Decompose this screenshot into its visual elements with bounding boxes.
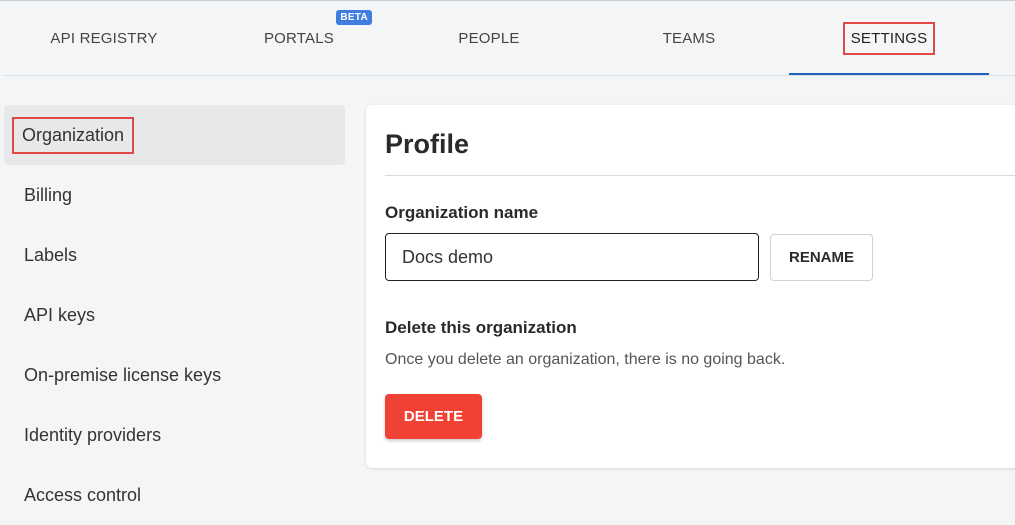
sidebar-item-label: On-premise license keys (24, 364, 222, 385)
tab-settings-highlight: SETTINGS (842, 21, 936, 55)
page-title: Profile (385, 129, 470, 159)
sidebar-item-access-control[interactable]: Access control (4, 465, 345, 525)
top-nav: API REGISTRY PORTALS BETA PEOPLE TEAMS S… (0, 0, 1015, 76)
organization-name-input[interactable] (385, 233, 759, 281)
sidebar-item-on-premise-license-keys[interactable]: On-premise license keys (4, 345, 345, 405)
tab-teams-label: TEAMS (662, 29, 716, 47)
tab-people[interactable]: PEOPLE (394, 1, 584, 75)
sidebar-item-label: Labels (24, 244, 78, 265)
settings-sidebar: Organization Billing Labels API keys On-… (4, 105, 345, 525)
sidebar-item-label: API keys (24, 304, 96, 325)
sidebar-item-label: Billing (24, 184, 73, 205)
profile-panel: Profile Organization name RENAME Delete … (366, 105, 1015, 468)
tab-portals-wrapper: PORTALS BETA (263, 9, 373, 47)
title-divider (385, 175, 1015, 176)
nav-divider (4, 75, 1015, 76)
sidebar-item-labels[interactable]: Labels (4, 225, 345, 285)
sidebar-item-organization-highlight: Organization (12, 116, 135, 154)
tab-portals[interactable]: PORTALS BETA (204, 1, 394, 75)
tab-people-label: PEOPLE (458, 29, 520, 47)
beta-badge: BETA (336, 9, 373, 25)
delete-organization-description: Once you delete an organization, there i… (385, 351, 786, 368)
tab-portals-label: PORTALS (263, 29, 335, 47)
rename-button[interactable]: RENAME (770, 234, 873, 281)
sidebar-item-identity-providers[interactable]: Identity providers (4, 405, 345, 465)
tab-settings-label: SETTINGS (850, 29, 928, 47)
delete-organization-heading: Delete this organization (385, 318, 577, 337)
sidebar-item-api-keys[interactable]: API keys (4, 285, 345, 345)
sidebar-item-label: Identity providers (24, 424, 162, 445)
tab-api-registry-label: API REGISTRY (50, 29, 158, 47)
sidebar-item-label: Access control (24, 484, 142, 505)
sidebar-item-organization[interactable]: Organization (4, 105, 345, 165)
delete-button[interactable]: DELETE (385, 394, 482, 439)
tab-settings[interactable]: SETTINGS (789, 1, 989, 76)
sidebar-item-label: Organization (22, 124, 125, 145)
tab-api-registry[interactable]: API REGISTRY (4, 1, 204, 75)
tab-teams[interactable]: TEAMS (594, 1, 784, 75)
organization-name-label: Organization name (385, 203, 539, 222)
sidebar-item-billing[interactable]: Billing (4, 165, 345, 225)
